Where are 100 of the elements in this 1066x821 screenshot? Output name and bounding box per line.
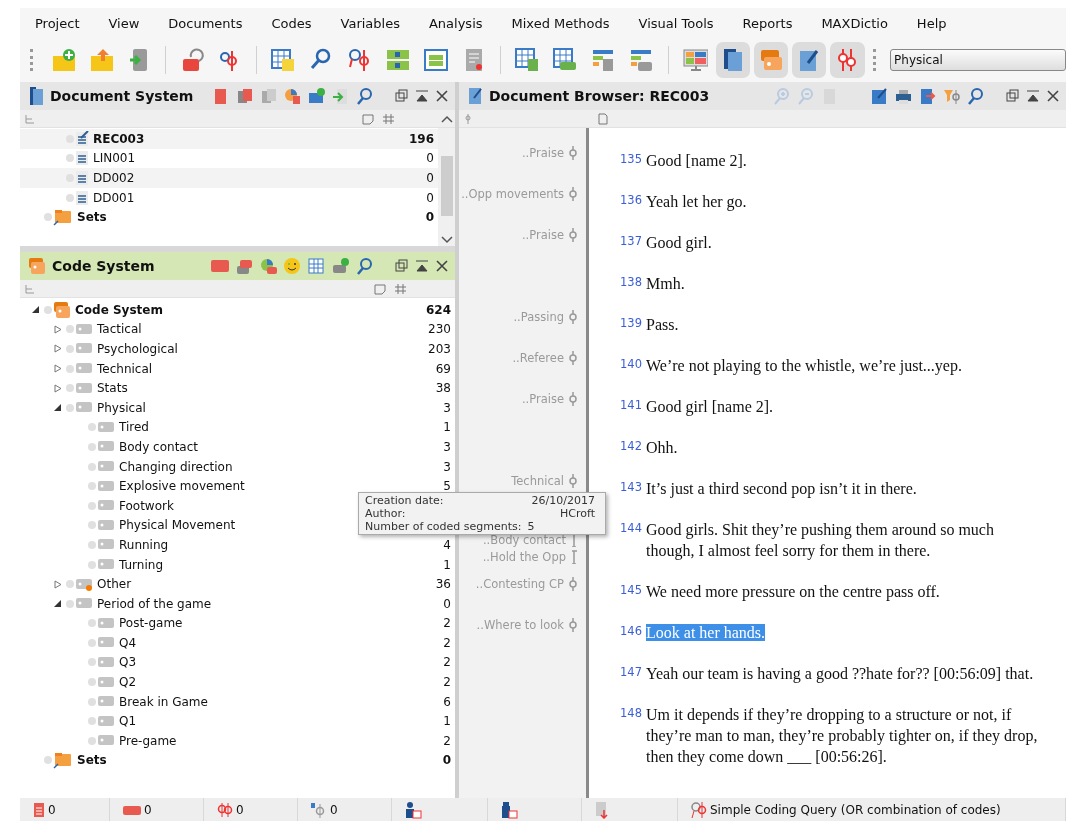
code-row[interactable]: Turning 1	[20, 554, 455, 575]
code-row[interactable]: Changing direction 3	[20, 456, 455, 477]
code-name: Turning	[119, 557, 163, 572]
menu-item[interactable]: MAXDictio	[818, 15, 910, 31]
tag-icon	[211, 257, 229, 275]
code-bars-icon	[628, 47, 655, 73]
code-count: 0	[443, 596, 451, 611]
menu-item[interactable]: Mixed Methods	[508, 15, 632, 31]
menu-item[interactable]: View	[105, 15, 162, 31]
code-count: 6	[443, 694, 451, 709]
code-row[interactable]: Post-game 2	[20, 613, 455, 634]
code-row[interactable]: Running 4	[20, 535, 455, 555]
code-row[interactable]: Technical 69	[20, 358, 455, 379]
document-row[interactable]: DD001 0	[20, 187, 438, 208]
code-name: Pre-game	[119, 733, 177, 748]
paragraph-number: 148	[619, 705, 643, 722]
panel-toggle-button[interactable]	[830, 42, 865, 78]
code-count: 3	[443, 400, 451, 415]
code-name: Technical	[97, 361, 153, 376]
status-dot	[44, 305, 52, 314]
menu-item[interactable]: Codes	[268, 15, 334, 31]
menu-item[interactable]: Visual Tools	[635, 15, 736, 31]
menu-item[interactable]: Help	[913, 15, 969, 31]
status-dot	[88, 717, 96, 726]
code-name: Stats	[97, 381, 128, 396]
search-icon	[966, 87, 984, 105]
status-dot	[88, 462, 96, 471]
status-item[interactable]: 0	[20, 798, 110, 821]
code-count: 2	[443, 675, 451, 690]
tree-icon	[24, 282, 36, 295]
text-document-icon	[75, 170, 89, 186]
code-tag-icon	[75, 322, 93, 336]
text-document-icon	[75, 150, 89, 167]
status-dot	[66, 580, 74, 589]
paragraph-number: 143	[619, 479, 643, 496]
paragraph-number: 142	[619, 438, 643, 455]
document-row[interactable]: REC003 196	[20, 129, 438, 149]
code-row[interactable]: Sets 0	[20, 750, 455, 771]
code-row[interactable]: Break in Game 6	[20, 691, 455, 712]
folder-icon	[53, 208, 73, 227]
code-row[interactable]: Body contact 3	[20, 437, 455, 457]
code-tag-icon	[97, 616, 115, 630]
search-icon	[355, 87, 373, 105]
scrollbar[interactable]	[438, 128, 455, 246]
menu-item[interactable]: Project	[32, 15, 102, 31]
status-item[interactable]: 0	[298, 798, 392, 821]
panel-title: Code System	[52, 258, 155, 274]
code-row[interactable]: Tactical 230	[20, 319, 455, 340]
panel-toggle-button[interactable]	[754, 42, 789, 78]
code-dropdown[interactable]: Physical	[890, 49, 1066, 71]
document-icon	[32, 801, 46, 818]
paragraph-number: 145	[619, 582, 643, 599]
code-tag-icon	[97, 479, 115, 493]
code-row[interactable]: Pre-game 2	[20, 731, 455, 751]
code-name: Period of the game	[97, 596, 212, 611]
panel-toggle-button[interactable]	[715, 42, 751, 78]
paragraph-number: 137	[619, 233, 643, 250]
edit-icon	[870, 87, 888, 105]
code-row[interactable]: Tired 1	[20, 417, 455, 438]
paragraph-text: Look at her hands.	[646, 624, 766, 641]
code-row[interactable]: Physical 3	[20, 397, 455, 418]
document-row[interactable]: Sets 0	[20, 207, 438, 227]
code-row[interactable]: Explosive movement 5	[20, 476, 455, 496]
menu-item[interactable]: Variables	[337, 15, 422, 31]
code-row[interactable]: Code System 624	[20, 300, 455, 320]
paragraph-text: Ohh.	[646, 439, 678, 456]
document-edit-icon	[75, 130, 89, 147]
status-item[interactable]: Simple Coding Query (OR combination of codes)	[678, 798, 1066, 821]
code-row[interactable]: Q1 1	[20, 711, 455, 732]
code-name: Physical Movement	[119, 518, 236, 533]
document-row[interactable]: LIN001 0	[20, 148, 438, 169]
status-item[interactable]: 0	[204, 798, 298, 821]
panel-toggle-button[interactable]	[792, 42, 827, 78]
code-row[interactable]: Psychological 203	[20, 339, 455, 359]
status-dot	[88, 423, 96, 432]
paragraph-text: Mmh.	[646, 275, 685, 292]
paragraph-number: 141	[619, 397, 643, 414]
pie-chart-icon	[259, 257, 277, 275]
code-count: 36	[435, 577, 451, 592]
code-tag-icon	[97, 420, 115, 434]
status-text: 0	[236, 802, 244, 817]
code-row[interactable]: Q3 2	[20, 652, 455, 673]
paragraph-text: Good girls. Shit they’re pushing them around so much though, I almost feel sorry for them in there.	[646, 521, 994, 559]
menu-item[interactable]: Documents	[165, 15, 265, 31]
code-row[interactable]: Q2 2	[20, 672, 455, 692]
menu-item[interactable]: Reports	[739, 15, 815, 31]
paragraph-text: Pass.	[646, 316, 679, 333]
coded-segment-icon	[568, 575, 578, 592]
status-dot	[66, 345, 74, 353]
code-row[interactable]: Q4 2	[20, 633, 455, 653]
status-item[interactable]: 0	[110, 798, 204, 821]
folder-add-icon	[307, 87, 325, 105]
code-row[interactable]: Stats 38	[20, 378, 455, 398]
document-row[interactable]: DD002 0	[20, 168, 438, 188]
menu-item[interactable]: Analysis	[425, 15, 505, 31]
code-tag-icon	[75, 597, 93, 611]
code-row[interactable]: Period of the game 0	[20, 593, 455, 614]
status-text: 0	[144, 802, 152, 817]
code-row[interactable]: Other 36	[20, 574, 455, 594]
status-dot	[88, 638, 96, 647]
